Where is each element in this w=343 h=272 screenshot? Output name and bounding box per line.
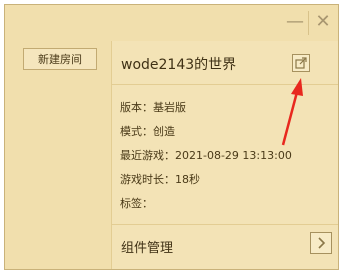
details-divider <box>112 84 338 85</box>
components-label: 组件管理 <box>121 241 174 256</box>
world-play-time: 游戏时长：18秒 <box>120 173 200 186</box>
external-link-icon <box>295 57 307 69</box>
world-details: wode2143的世界 版本：基岩版 模式：创造 最近游戏：2021-08-29… <box>112 41 338 269</box>
world-tags: 标签： <box>120 197 153 210</box>
open-world-button[interactable] <box>292 54 310 72</box>
world-title: wode2143的世界 <box>121 57 237 73</box>
components-divider <box>112 224 338 225</box>
titlebar-separator <box>308 11 309 35</box>
world-panel-window: — ✕ 新建房间 wode2143的世界 版本：基岩版 模式：创造 最近游戏：2… <box>4 4 339 270</box>
new-room-button[interactable]: 新建房间 <box>23 48 97 70</box>
world-last-played: 最近游戏：2021-08-29 13:13:00 <box>120 149 292 162</box>
components-open-button[interactable] <box>310 232 332 254</box>
title-bar: — ✕ <box>5 5 338 42</box>
minimize-button[interactable]: — <box>284 11 306 33</box>
chevron-right-icon <box>318 237 326 249</box>
room-sidebar: 新建房间 <box>5 41 112 269</box>
world-version: 版本：基岩版 <box>120 101 186 114</box>
close-button[interactable]: ✕ <box>312 11 334 33</box>
world-mode: 模式：创造 <box>120 125 175 138</box>
